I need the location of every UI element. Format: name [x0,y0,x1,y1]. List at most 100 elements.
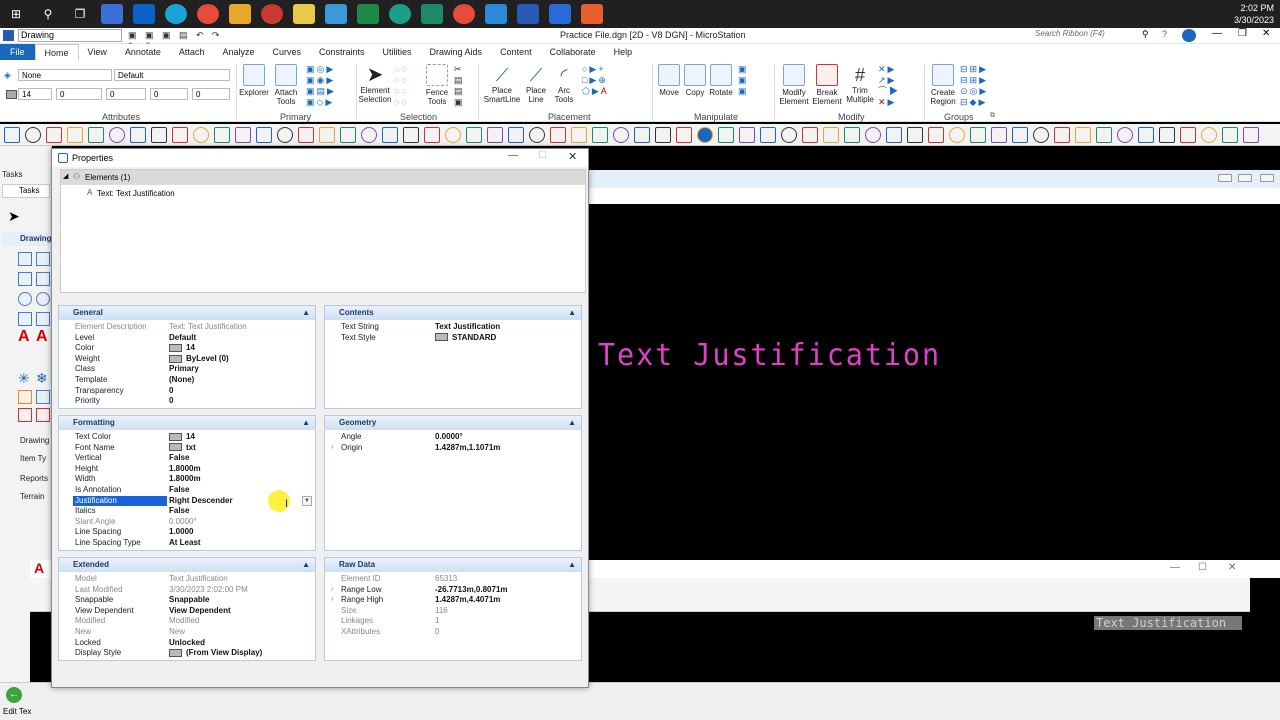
toolbox-tool-icon[interactable] [88,127,104,143]
property-row[interactable]: Angle 0.0000° [325,432,581,443]
create-region-button[interactable]: Create Region [928,64,958,106]
app-icon[interactable] [389,4,411,24]
property-value[interactable]: Text Justification [435,322,500,333]
selection-small-tools[interactable]: ◌◌ ◌◌ ◌◌ ◌◌ [394,64,420,108]
collapse-chevron-icon[interactable]: ▲ [568,306,576,320]
snowflake-icon[interactable]: ✳ [18,370,30,387]
quick-access-toolbar[interactable]: ▣ ▣ ▣ ▤ ↶ ↷ ✎ ⎙ [128,30,238,51]
toolbox-tool-icon[interactable] [487,127,503,143]
toolbox-tool-icon[interactable] [886,127,902,143]
tool-icon[interactable] [36,252,50,266]
tab-utilities[interactable]: Utilities [374,44,421,60]
toolbox-tool-icon[interactable] [424,127,440,143]
property-value[interactable]: 65313 [435,574,457,585]
property-row[interactable]: Font Name txt [59,443,315,454]
app-icon[interactable] [581,4,603,24]
text-tool-icon[interactable]: A [36,328,48,346]
ellipse-icon[interactable] [36,292,50,306]
property-value[interactable]: Modified [169,616,199,627]
toolbox-tool-icon[interactable] [445,127,461,143]
trim-multiple-button[interactable]: # Trim Multiple [844,64,876,104]
tab-file[interactable]: File [0,44,35,60]
property-value[interactable]: False [169,485,189,496]
property-row[interactable]: Slant Angle 0.0000° [59,517,315,528]
toolbox-tool-icon[interactable] [1075,127,1091,143]
property-value[interactable]: txt [169,443,196,454]
toolbox-tool-icon[interactable] [151,127,167,143]
toolbox-tool-icon[interactable] [634,127,650,143]
tool-icon[interactable] [36,390,50,404]
toolbox-tool-icon[interactable] [193,127,209,143]
toolbox-tool-icon[interactable] [67,127,83,143]
property-value[interactable]: 1.0000 [169,527,193,538]
terrain-tab[interactable]: Terrain [20,492,44,501]
expand-chevron-icon[interactable]: › [331,585,333,596]
property-value[interactable]: False [169,506,189,517]
property-row[interactable]: Modified Modified [59,616,315,627]
close-icon[interactable]: ✕ [1228,562,1236,573]
close-icon[interactable]: ✕ [1262,28,1270,39]
property-value[interactable]: New [169,627,185,638]
property-row[interactable]: Height 1.8000m [59,464,315,475]
tab-curves[interactable]: Curves [263,44,310,60]
property-value[interactable]: Right Descender [169,496,233,507]
section-geometry-header[interactable]: Geometry ▲ [325,416,581,430]
excel-icon[interactable] [357,4,379,24]
property-value[interactable]: 1.8000m [169,474,201,485]
section-raw-data-header[interactable]: Raw Data ▲ [325,558,581,572]
rotate-button[interactable]: Rotate [708,64,734,97]
tool-icon[interactable] [18,312,32,326]
toolbox-tool-icon[interactable] [550,127,566,143]
element-selection-button[interactable]: ➤ Element Selection [358,64,392,104]
tasks-tab[interactable]: Tasks [2,184,50,198]
toolbox-tool-icon[interactable] [760,127,776,143]
property-value[interactable]: 3/30/2023 2:02:00 PM [169,585,248,596]
linestyle-select[interactable]: 0 [106,88,146,100]
app-icon[interactable] [485,4,507,24]
property-value[interactable]: View Dependent [169,606,231,617]
tab-help[interactable]: Help [605,44,642,60]
minimize-icon[interactable]: — [1170,562,1180,573]
break-element-button[interactable]: Break Element [812,64,842,106]
group-expand-icon[interactable]: ⧉ [990,112,995,120]
store-icon[interactable] [101,4,123,24]
property-value[interactable]: 1 [435,616,439,627]
properties-titlebar[interactable]: Properties — ☐ ✕ [52,149,588,167]
tab-attach[interactable]: Attach [170,44,214,60]
minimize-icon[interactable]: — [508,150,518,161]
task-view-icon[interactable]: ❐ [69,4,91,24]
tool-icon[interactable] [18,252,32,266]
property-row[interactable]: Weight ByLevel (0) [59,354,315,365]
toolbox-tool-icon[interactable] [1054,127,1070,143]
property-value[interactable]: 0 [169,396,173,407]
fence-tools-button[interactable]: Fence Tools [422,64,452,106]
toolbox-tool-icon[interactable] [298,127,314,143]
property-row[interactable]: Locked Unlocked [59,638,315,649]
collapse-chevron-icon[interactable]: ▲ [302,306,310,320]
property-value[interactable]: 0 [435,627,439,638]
transparency-select[interactable]: 0 [150,88,188,100]
groups-small-tools[interactable]: ⊟⊞▶ ⊟⊞▶ ⊙◎▶ ⊟◆▶ [960,64,1000,108]
manipulate-small-tools[interactable]: ▣ ▣ ▣ [738,64,758,97]
priority-select[interactable]: 0 [192,88,230,100]
style-select[interactable]: Default [114,69,230,81]
back-icon[interactable]: ← [6,687,22,703]
property-row[interactable]: Text Color 14 [59,432,315,443]
property-row[interactable]: Snappable Snappable [59,595,315,606]
circle-icon[interactable] [18,292,32,306]
section-formatting-header[interactable]: Formatting ▲ [59,416,315,430]
toolbox-tool-icon[interactable] [697,127,713,143]
app-icon[interactable] [229,4,251,24]
property-value[interactable]: 1.8000m [169,464,201,475]
collapse-chevron-icon[interactable]: ▲ [302,416,310,430]
property-row[interactable]: Line Spacing Type At Least [59,538,315,549]
tab-analyze[interactable]: Analyze [213,44,263,60]
property-value[interactable]: Snappable [169,595,209,606]
property-row[interactable]: XAttributes 0 [325,627,581,638]
property-value[interactable]: 1.4287m,1.1071m [435,443,500,454]
collapse-chevron-icon[interactable]: ▲ [568,416,576,430]
property-value[interactable]: Default [169,333,196,344]
section-extended-header[interactable]: Extended ▲ [59,558,315,572]
tab-view[interactable]: View [79,44,116,60]
toolbox-tool-icon[interactable] [571,127,587,143]
